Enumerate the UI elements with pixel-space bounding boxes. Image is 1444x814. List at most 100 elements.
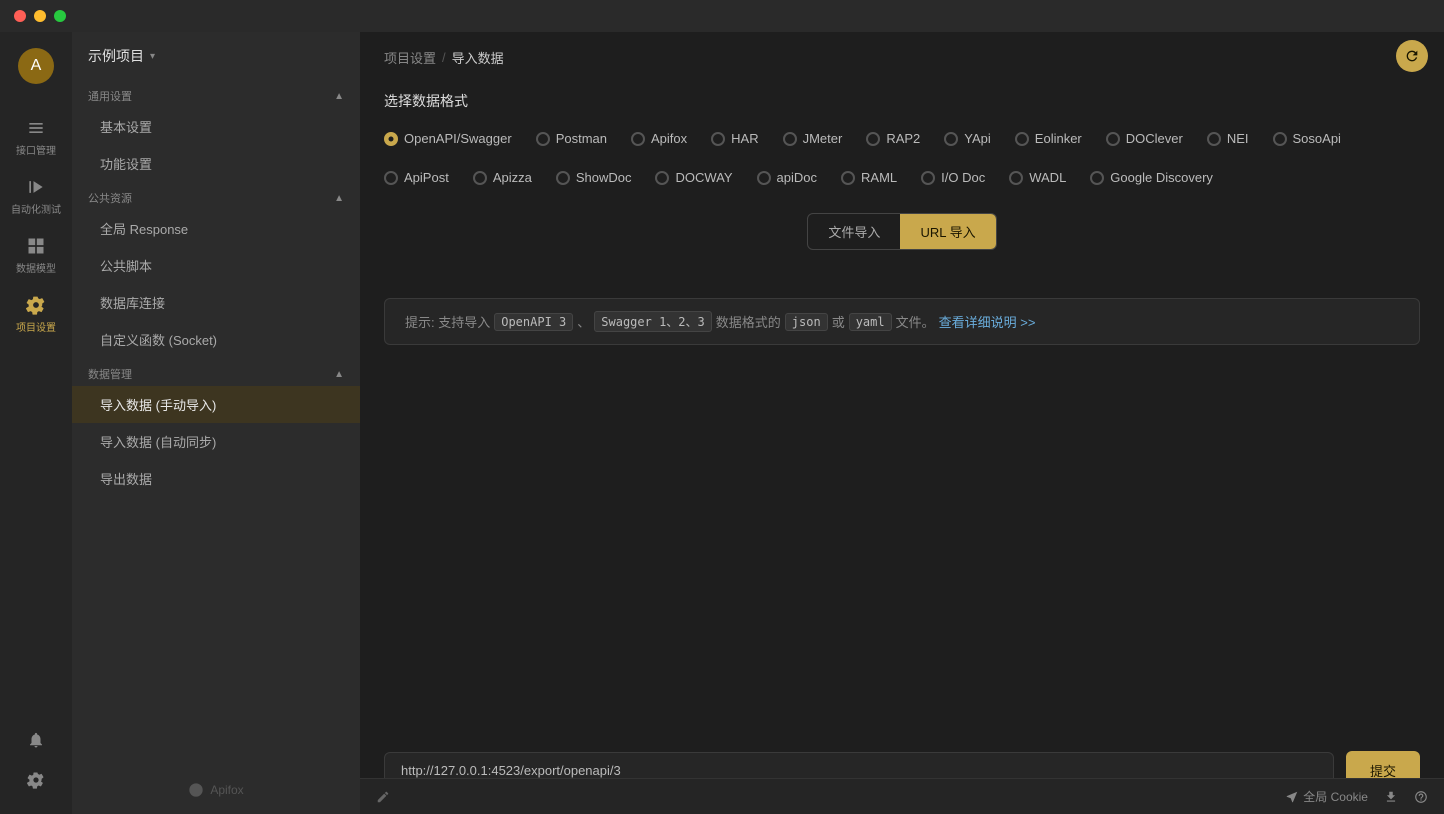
format-apipost-radio[interactable] [384, 171, 398, 185]
import-buttons: 文件导入 URL 导入 [807, 213, 996, 250]
content-area: 选择数据格式 OpenAPI/Swagger Postman Apifox HA… [360, 83, 1444, 751]
format-apifox-radio[interactable] [631, 132, 645, 146]
sidebar-item-import-manual[interactable]: 导入数据 (手动导入) [72, 386, 360, 423]
sidebar-item-feature-settings[interactable]: 功能设置 [72, 145, 360, 182]
breadcrumb-separator: / [442, 50, 446, 65]
format-postman-radio[interactable] [536, 132, 550, 146]
hint-mid: 数据格式的 [716, 312, 781, 331]
section-public-resources[interactable]: 公共资源 ▲ [72, 182, 360, 210]
format-eolinker[interactable]: Eolinker [1015, 131, 1082, 146]
hint-details-link[interactable]: 查看详细说明 >> [939, 312, 1036, 331]
sidebar-item-basic-settings[interactable]: 基本设置 [72, 108, 360, 145]
format-iodoc[interactable]: I/O Doc [921, 170, 985, 185]
notification-icon-button[interactable] [18, 722, 54, 758]
bottom-bar-right: 全局 Cookie [1285, 788, 1428, 805]
format-raml[interactable]: RAML [841, 170, 897, 185]
sidebar-item-global-response[interactable]: 全局 Response [72, 210, 360, 247]
bottom-bar-left [376, 790, 390, 804]
format-rap2-radio[interactable] [866, 132, 880, 146]
maximize-dot[interactable] [54, 10, 66, 22]
hint-tag-openapi3: OpenAPI 3 [494, 313, 573, 331]
format-sosoapi-radio[interactable] [1273, 132, 1287, 146]
sidebar-item-public-scripts[interactable]: 公共脚本 [72, 247, 360, 284]
upload-icon [1384, 790, 1398, 804]
bottom-icons [18, 722, 54, 814]
sidebar-item-project-settings[interactable]: 项目设置 [0, 285, 72, 344]
sidebar-item-data-model[interactable]: 数据模型 [0, 226, 72, 285]
format-openapi-radio[interactable] [384, 132, 398, 146]
format-postman[interactable]: Postman [536, 131, 607, 146]
format-raml-radio[interactable] [841, 171, 855, 185]
url-import-button[interactable]: URL 导入 [900, 214, 995, 249]
cookie-icon [1285, 790, 1299, 804]
sidebar-item-auto-test[interactable]: 自动化测试 [0, 167, 72, 226]
cookie-label: 全局 Cookie [1303, 788, 1368, 805]
format-yapi[interactable]: YApi [944, 131, 991, 146]
format-yapi-radio[interactable] [944, 132, 958, 146]
format-nei[interactable]: NEI [1207, 131, 1249, 146]
caret-up-icon: ▲ [334, 91, 344, 102]
format-nei-radio[interactable] [1207, 132, 1221, 146]
section-data-management[interactable]: 数据管理 ▲ [72, 358, 360, 386]
minimize-dot[interactable] [34, 10, 46, 22]
format-docway[interactable]: DOCWAY [655, 170, 732, 185]
format-docway-radio[interactable] [655, 171, 669, 185]
nav-icon-label: 自动化测试 [11, 201, 61, 216]
hint-or: 或 [832, 312, 845, 331]
sidebar-item-api-management[interactable]: 接口管理 [0, 108, 72, 167]
format-har[interactable]: HAR [711, 131, 758, 146]
sidebar-item-export-data[interactable]: 导出数据 [72, 460, 360, 497]
close-dot[interactable] [14, 10, 26, 22]
format-showdoc[interactable]: ShowDoc [556, 170, 632, 185]
format-wadl-radio[interactable] [1009, 171, 1023, 185]
format-apidoc-radio[interactable] [757, 171, 771, 185]
format-google-discovery-radio[interactable] [1090, 171, 1104, 185]
bottom-bar: 全局 Cookie [360, 778, 1444, 814]
format-openapi[interactable]: OpenAPI/Swagger [384, 131, 512, 146]
format-eolinker-radio[interactable] [1015, 132, 1029, 146]
project-name: 示例项目 ▾ [88, 46, 155, 66]
sidebar-item-import-auto[interactable]: 导入数据 (自动同步) [72, 423, 360, 460]
global-cookie-button[interactable]: 全局 Cookie [1285, 788, 1368, 805]
format-iodoc-radio[interactable] [921, 171, 935, 185]
help-icon [1414, 790, 1428, 804]
chevron-down-icon: ▾ [150, 51, 155, 62]
format-showdoc-radio[interactable] [556, 171, 570, 185]
format-docclever[interactable]: DOClever [1106, 131, 1183, 146]
format-icon [376, 790, 390, 804]
format-jmeter-radio[interactable] [783, 132, 797, 146]
format-apipost[interactable]: ApiPost [384, 170, 449, 185]
hint-tag-json: json [785, 313, 828, 331]
format-rap2[interactable]: RAP2 [866, 131, 920, 146]
avatar[interactable]: A [18, 48, 54, 84]
caret-up-icon: ▲ [334, 193, 344, 204]
format-apizza[interactable]: Apizza [473, 170, 532, 185]
format-jmeter[interactable]: JMeter [783, 131, 843, 146]
icon-sidebar: A 接口管理 自动化测试 数据模型 项目设置 [0, 32, 72, 814]
format-har-radio[interactable] [711, 132, 725, 146]
file-import-button[interactable]: 文件导入 [808, 214, 900, 249]
hint-tag-swagger: Swagger 1、2、3 [594, 311, 711, 332]
project-header[interactable]: 示例项目 ▾ [72, 32, 360, 80]
hint-sep1: 、 [577, 312, 590, 331]
format-sosoapi[interactable]: SosoApi [1273, 131, 1341, 146]
format-section-title: 选择数据格式 [384, 91, 1420, 111]
format-apidoc[interactable]: apiDoc [757, 170, 817, 185]
help-button[interactable] [1414, 790, 1428, 804]
global-settings-icon-button[interactable] [18, 762, 54, 798]
format-apizza-radio[interactable] [473, 171, 487, 185]
format-google-discovery[interactable]: Google Discovery [1090, 170, 1213, 185]
upload-button[interactable] [1384, 790, 1398, 804]
breadcrumb-parent[interactable]: 项目设置 [384, 48, 436, 67]
hint-suffix: 文件。 [896, 312, 935, 331]
section-general-settings[interactable]: 通用设置 ▲ [72, 80, 360, 108]
nav-icon-label: 数据模型 [16, 260, 56, 275]
titlebar [0, 0, 1444, 32]
sidebar-item-db-connection[interactable]: 数据库连接 [72, 284, 360, 321]
breadcrumb-current: 导入数据 [452, 48, 504, 67]
format-docclever-radio[interactable] [1106, 132, 1120, 146]
format-wadl[interactable]: WADL [1009, 170, 1066, 185]
refresh-button[interactable] [1396, 40, 1428, 72]
sidebar-item-custom-functions[interactable]: 自定义函数 (Socket) [72, 321, 360, 358]
format-apifox[interactable]: Apifox [631, 131, 687, 146]
